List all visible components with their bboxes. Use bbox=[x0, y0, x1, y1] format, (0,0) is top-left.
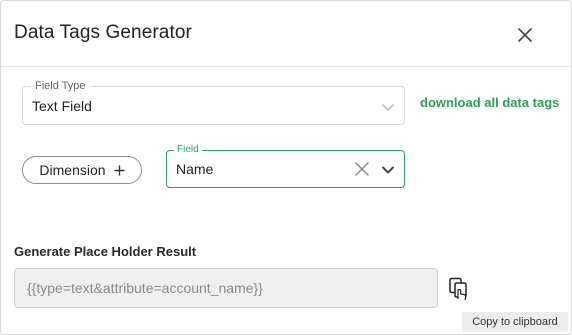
placeholder-result-field[interactable]: {{type=text&attribute=account_name}} bbox=[14, 268, 438, 308]
download-all-data-tags-link[interactable]: download all data tags bbox=[420, 95, 559, 110]
field-select[interactable]: Field Name bbox=[166, 144, 405, 188]
field-value: Name bbox=[176, 161, 214, 177]
dimension-button-label: Dimension bbox=[39, 162, 106, 178]
plus-icon bbox=[114, 165, 125, 175]
close-icon bbox=[518, 28, 532, 42]
copy-to-clipboard-button[interactable] bbox=[448, 277, 470, 301]
chevron-down-icon[interactable] bbox=[380, 162, 396, 178]
dialog-header: Data Tags Generator bbox=[1, 1, 571, 67]
close-button[interactable] bbox=[513, 23, 537, 47]
clear-icon[interactable] bbox=[354, 161, 370, 177]
data-tags-dialog: Data Tags Generator Field Type Text Fiel… bbox=[0, 0, 572, 335]
dialog-title: Data Tags Generator bbox=[14, 22, 192, 43]
field-type-select[interactable]: Field Type Text Field bbox=[22, 80, 405, 125]
copy-tooltip: Copy to clipboard bbox=[462, 312, 568, 332]
chevron-down-icon bbox=[382, 104, 394, 111]
field-type-label: Field Type bbox=[31, 80, 90, 92]
copy-icon bbox=[449, 277, 467, 301]
result-section-label: Generate Place Holder Result bbox=[14, 244, 197, 259]
field-type-value: Text Field bbox=[32, 98, 92, 114]
field-label: Field bbox=[174, 144, 202, 155]
dimension-button[interactable]: Dimension bbox=[22, 156, 142, 184]
